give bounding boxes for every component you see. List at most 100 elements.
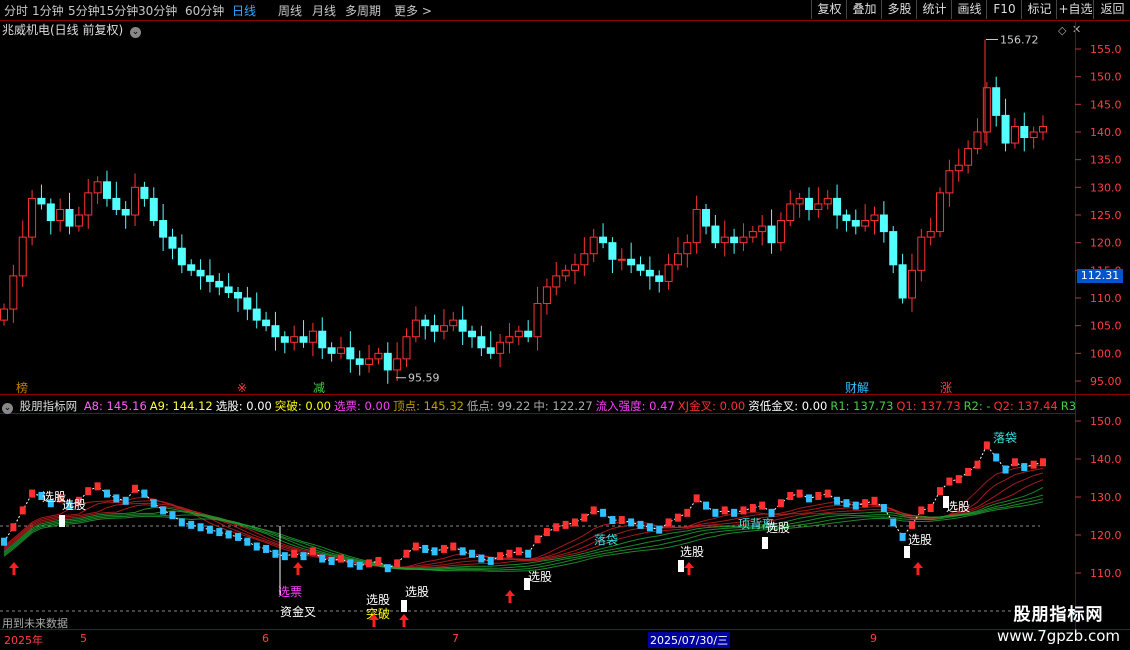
event-marker-3: 财解	[845, 381, 869, 395]
close-icon[interactable]: ✕	[1072, 23, 1081, 36]
toolbar-button-8[interactable]: 返回	[1093, 0, 1130, 19]
period-tab-9[interactable]: 多周期	[345, 2, 381, 19]
candle-body	[599, 236, 608, 244]
expand-icon[interactable]: ⌄	[2, 403, 13, 414]
ind-bar	[571, 518, 578, 527]
ind-bar	[375, 556, 382, 565]
indicator-name[interactable]: 股朋指标网	[20, 399, 78, 413]
ind-bar	[609, 516, 616, 525]
toolbar-button-1[interactable]: 叠加	[846, 0, 882, 19]
period-tab-6[interactable]: 日线	[232, 2, 256, 19]
ind-bar	[946, 477, 953, 486]
signal-label-12: 选股	[946, 500, 970, 514]
candle-body	[655, 275, 664, 282]
chevron-down-icon[interactable]: ⌄	[130, 27, 142, 38]
ind-bar	[328, 556, 335, 565]
candle-body	[645, 269, 654, 277]
toolbar-button-6[interactable]: 标记	[1021, 0, 1057, 19]
candle-body	[823, 197, 832, 205]
toolbar-button-0[interactable]: 复权	[811, 0, 847, 19]
ind-bar	[206, 525, 213, 534]
candle-body	[243, 297, 252, 310]
ind-bar	[965, 467, 972, 476]
ind-bar	[590, 506, 597, 515]
period-tab-7[interactable]: 周线	[278, 2, 302, 19]
toolbar-button-4[interactable]: 画线	[951, 0, 987, 19]
candle-body	[215, 280, 224, 288]
candle-body	[46, 203, 55, 222]
period-tab-5[interactable]: 60分钟	[185, 2, 224, 19]
price-tick-label: 155.0	[1090, 43, 1122, 56]
ind-bar	[459, 547, 466, 556]
ind-bar	[1021, 463, 1028, 472]
candle-body	[112, 197, 121, 210]
price-tick-label: 100.0	[1090, 347, 1122, 360]
candle-body	[149, 197, 158, 222]
signal-label-10: 项背离	[738, 516, 774, 531]
buy-arrow-icon	[293, 562, 303, 575]
toolbar-button-5[interactable]: F10	[986, 0, 1022, 19]
period-tab-10[interactable]: 更多 >	[394, 2, 432, 19]
ind-bar	[281, 552, 288, 561]
ind-bar	[38, 491, 45, 500]
buy-arrow-icon	[399, 614, 409, 627]
signal-label-14: 落袋	[993, 431, 1017, 445]
ind-bar	[309, 547, 316, 556]
stock-title[interactable]: 兆威机电(日线 前复权) ⌄	[2, 21, 142, 38]
period-tab-8[interactable]: 月线	[312, 2, 336, 19]
ma-ribbon-3	[3, 479, 1044, 570]
candle-body	[833, 197, 842, 216]
signal-label-6: 选股	[405, 585, 429, 599]
signal-label-7: 选股	[528, 570, 552, 584]
event-marker-4: 涨	[940, 380, 952, 395]
period-tab-2[interactable]: 5分钟	[68, 2, 100, 19]
ind-bar	[263, 544, 270, 553]
diamond-icon[interactable]: ◇	[1058, 24, 1066, 37]
price-tick-label: 125.0	[1090, 209, 1122, 222]
signal-block-1	[401, 600, 407, 612]
buy-arrow-icon	[684, 562, 694, 575]
candle-body	[439, 325, 448, 332]
ind-bar	[646, 523, 653, 532]
period-tab-3[interactable]: 15分钟	[99, 2, 138, 19]
candle-body	[945, 170, 954, 194]
ind-bar	[1, 537, 7, 546]
ind-bar	[674, 513, 681, 522]
ind-bar	[740, 506, 747, 515]
toolbar-button-3[interactable]: 统计	[916, 0, 952, 19]
toolbar-button-7[interactable]: +自选	[1056, 0, 1094, 19]
candle-body	[383, 352, 392, 371]
period-tab-4[interactable]: 30分钟	[138, 2, 177, 19]
price-chart: 155.0 150.0 145.0 140.0 135.0 130.0 125.0 120.0…	[0, 20, 1130, 630]
ind-bar	[122, 496, 129, 505]
ind-bar	[871, 496, 878, 505]
price-tick-label: 95.00	[1090, 375, 1122, 388]
ind-bar	[440, 544, 447, 553]
toolbar-button-2[interactable]: 多股	[881, 0, 917, 19]
ind-bar	[188, 520, 195, 529]
ind-bar	[553, 523, 560, 532]
stock-title-text: 兆威机电(日线 前复权)	[2, 23, 124, 37]
ma-ribbon-7	[3, 501, 1044, 572]
ind-bar	[469, 549, 476, 558]
ind-bar	[216, 528, 223, 537]
indicator-value-8: 流入强度: 0.47	[595, 399, 675, 413]
ind-bar	[712, 508, 719, 517]
signal-label-8: 落袋	[594, 533, 618, 547]
ind-bar	[1011, 458, 1018, 467]
candle-body	[1001, 114, 1010, 144]
ind-bar	[824, 489, 831, 498]
indicator-legend: ⌄ 股朋指标网 A8: 145.16 A9: 144.12 选股: 0.00 突破: …	[2, 398, 1077, 414]
ind-bar	[684, 508, 691, 517]
ma-ribbon-2	[3, 472, 1044, 569]
candle-body	[692, 208, 701, 244]
candle-body	[992, 87, 1001, 116]
candle-body	[374, 352, 383, 360]
period-tab-1[interactable]: 1分钟	[32, 2, 64, 19]
candle-body	[561, 269, 570, 277]
ind-bar	[412, 542, 419, 551]
indicator-value-2: 选股: 0.00	[215, 399, 272, 413]
candle-body	[542, 286, 551, 305]
period-tab-0[interactable]: 分时	[4, 2, 28, 19]
indicator-value-15: R3: -	[1060, 399, 1077, 413]
